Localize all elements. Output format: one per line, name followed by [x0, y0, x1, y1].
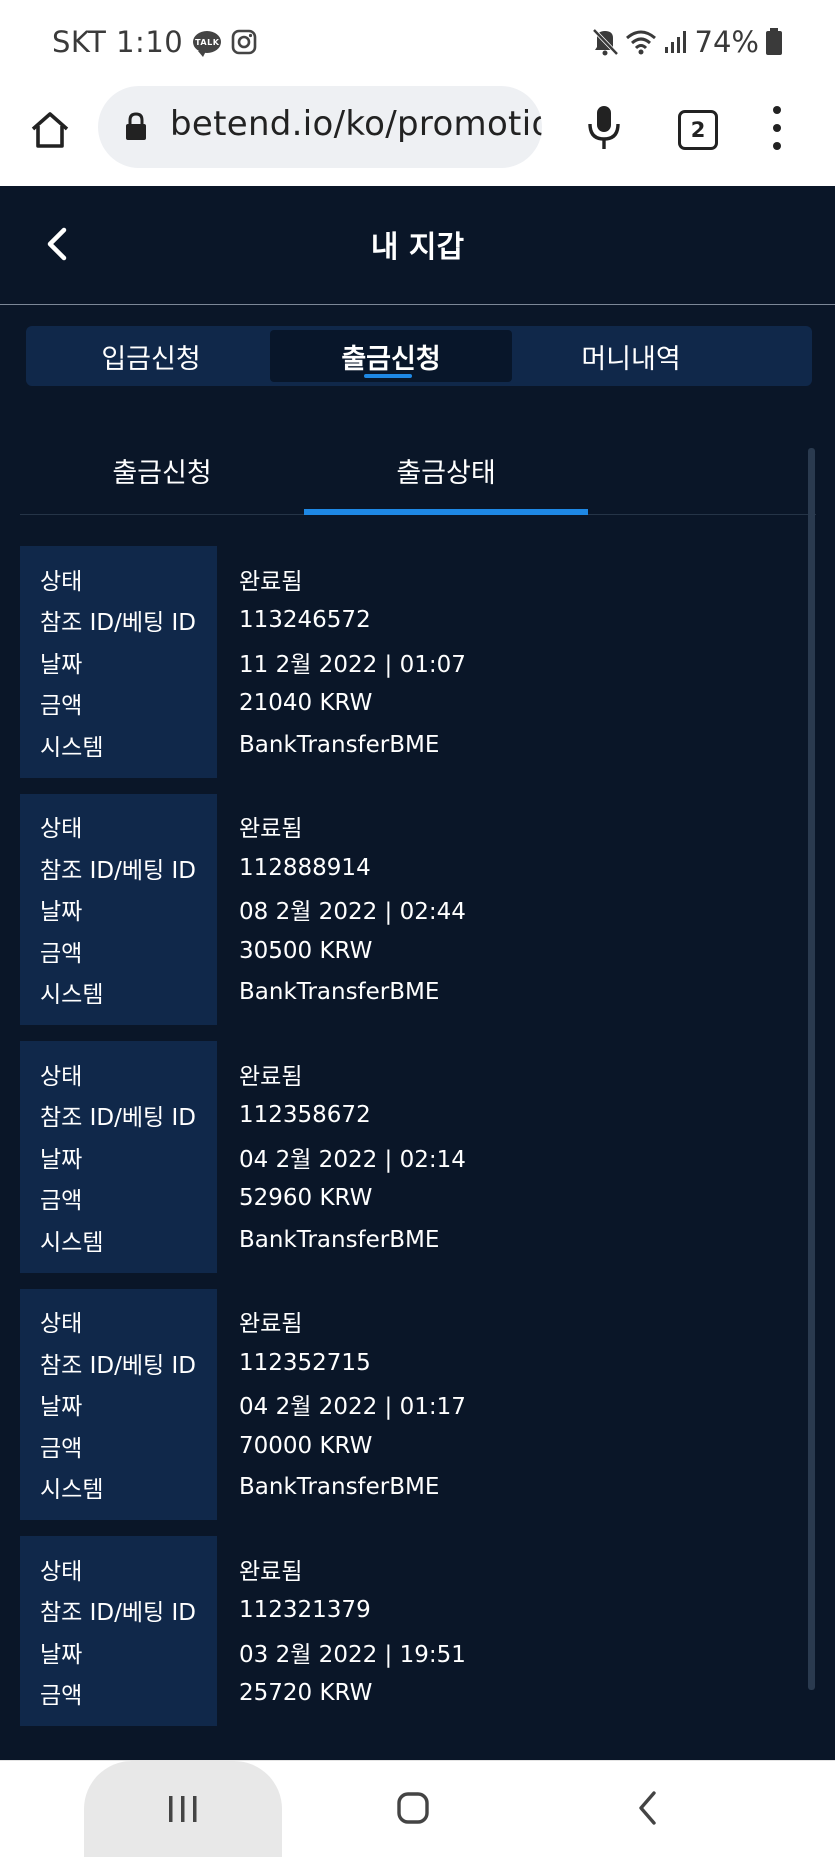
wallet-page: 내 지갑 입금신청 출금신청 머니내역 출금신청 출금상태 상태 완료됨 참조 I… [0, 186, 835, 1760]
home-icon[interactable] [396, 1791, 430, 1825]
label-system: 시스템 [40, 1229, 104, 1256]
instagram-icon [231, 29, 257, 55]
status-right: 74% [591, 22, 783, 62]
value-ref-id: 112321379 [239, 1597, 371, 1624]
label-status: 상태 [40, 1558, 83, 1585]
browser-toolbar: betend.io/ko/promotio 2 [0, 86, 835, 186]
wallet-header: 내 지갑 [0, 186, 835, 305]
value-amount: 70000 KRW [239, 1432, 373, 1459]
url-text: betend.io/ko/promotio [170, 104, 542, 144]
value-date: 04 2월 2022 | 02:14 [239, 1146, 466, 1173]
battery-text: 74% [694, 25, 759, 59]
label-date: 날짜 [40, 1641, 83, 1668]
subtab-label: 출금신청 [112, 457, 212, 489]
kakaotalk-icon: TALK [193, 31, 222, 57]
value-status: 완료됨 [239, 1558, 303, 1585]
sub-tabs: 출금신청 출금상태 [20, 426, 816, 515]
withdrawal-records: 상태 완료됨 참조 ID/베팅 ID 113246572 날짜 11 2월 2022 … [20, 546, 800, 1742]
label-ref-id: 참조 ID/베팅 ID [40, 1600, 196, 1627]
carrier-time: SKT 1:10 [52, 25, 184, 59]
label-ref-id: 참조 ID/베팅 ID [40, 1105, 196, 1132]
value-status: 완료됨 [239, 1311, 303, 1338]
scrollbar[interactable] [808, 448, 815, 1690]
label-ref-id: 참조 ID/베팅 ID [40, 1352, 196, 1379]
label-amount: 금액 [40, 693, 83, 720]
label-status: 상태 [40, 1311, 83, 1338]
tab-switcher-icon[interactable]: 2 [678, 110, 718, 150]
value-date: 03 2월 2022 | 19:51 [239, 1641, 466, 1668]
signal-icon [663, 29, 689, 55]
value-date: 04 2월 2022 | 01:17 [239, 1394, 466, 1421]
home-icon[interactable] [28, 108, 72, 152]
more-vert-icon[interactable] [770, 106, 784, 150]
label-date: 날짜 [40, 651, 83, 678]
label-system: 시스템 [40, 734, 104, 761]
subtab-label: 출금상태 [396, 457, 496, 489]
main-tabs: 입금신청 출금신청 머니내역 [26, 326, 812, 386]
tab-money-history[interactable]: 머니내역 [510, 330, 752, 382]
value-amount: 21040 KRW [239, 690, 373, 717]
label-status: 상태 [40, 816, 83, 843]
value-system: BankTransferBME [239, 1226, 440, 1253]
value-amount: 30500 KRW [239, 937, 373, 964]
value-system: BankTransferBME [239, 731, 440, 758]
status-bar: SKT 1:10 TALK 74% [0, 0, 835, 86]
wifi-icon [625, 28, 657, 56]
lock-icon [124, 112, 148, 142]
tab-deposit[interactable]: 입금신청 [30, 330, 272, 382]
value-ref-id: 112888914 [239, 854, 371, 881]
label-ref-id: 참조 ID/베팅 ID [40, 857, 196, 884]
value-system: BankTransferBME [239, 979, 440, 1006]
value-amount: 52960 KRW [239, 1185, 373, 1212]
withdrawal-record: 상태 완료됨 참조 ID/베팅 ID 112321379 날짜 03 2월 2022 … [20, 1536, 800, 1726]
mic-icon[interactable] [582, 104, 626, 152]
recent-apps-icon[interactable] [84, 1761, 282, 1857]
withdrawal-record: 상태 완료됨 참조 ID/베팅 ID 112358672 날짜 04 2월 2022 … [20, 1041, 800, 1273]
subtab-withdraw-status[interactable]: 출금상태 [304, 426, 588, 515]
active-tab-indicator [364, 374, 412, 378]
label-date: 날짜 [40, 1146, 83, 1173]
label-system: 시스템 [40, 1477, 104, 1504]
label-date: 날짜 [40, 1394, 83, 1421]
value-date: 08 2월 2022 | 02:44 [239, 899, 466, 926]
label-system: 시스템 [40, 982, 104, 1009]
system-nav-bar [0, 1760, 835, 1857]
withdrawal-record: 상태 완료됨 참조 ID/베팅 ID 112352715 날짜 04 2월 2022 … [20, 1288, 800, 1520]
value-date: 11 2월 2022 | 01:07 [239, 651, 466, 678]
label-amount: 금액 [40, 1435, 83, 1462]
withdrawal-record: 상태 완료됨 참조 ID/베팅 ID 113246572 날짜 11 2월 2022 … [20, 546, 800, 778]
value-system: BankTransferBME [239, 1474, 440, 1501]
mute-icon [591, 27, 619, 57]
value-status: 완료됨 [239, 816, 303, 843]
value-amount: 25720 KRW [239, 1680, 373, 1707]
subtab-withdraw-request[interactable]: 출금신청 [20, 426, 304, 514]
tab-label: 출금신청 [341, 343, 441, 375]
battery-icon [765, 28, 783, 56]
value-ref-id: 112358672 [239, 1102, 371, 1129]
tab-label: 입금신청 [101, 343, 201, 375]
active-subtab-indicator [304, 509, 588, 515]
label-amount: 금액 [40, 940, 83, 967]
value-ref-id: 113246572 [239, 607, 371, 634]
value-status: 완료됨 [239, 568, 303, 595]
withdrawal-record: 상태 완료됨 참조 ID/베팅 ID 112888914 날짜 08 2월 2022 … [20, 793, 800, 1025]
tab-label: 머니내역 [581, 343, 681, 375]
label-amount: 금액 [40, 1188, 83, 1215]
status-left: SKT 1:10 TALK [52, 22, 257, 62]
label-ref-id: 참조 ID/베팅 ID [40, 610, 196, 637]
label-status: 상태 [40, 568, 83, 595]
label-date: 날짜 [40, 899, 83, 926]
tab-withdraw[interactable]: 출금신청 [270, 330, 512, 382]
back-icon[interactable] [636, 1789, 660, 1827]
label-amount: 금액 [40, 1683, 83, 1710]
value-status: 완료됨 [239, 1063, 303, 1090]
page-title: 내 지갑 [370, 230, 465, 265]
value-ref-id: 112352715 [239, 1349, 371, 1376]
label-status: 상태 [40, 1063, 83, 1090]
address-bar[interactable]: betend.io/ko/promotio [98, 86, 542, 168]
